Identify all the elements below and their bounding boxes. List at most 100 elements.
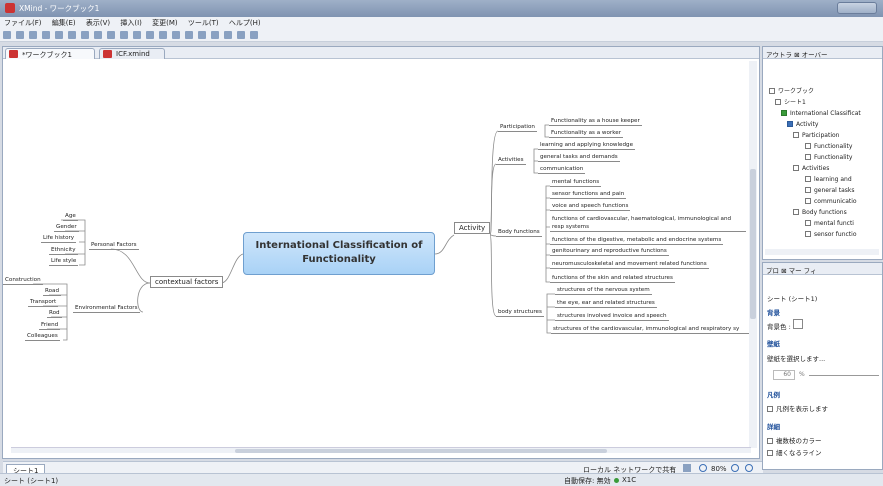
print-icon[interactable]	[42, 31, 50, 39]
outline-tab-bar[interactable]: アウトラ ⊠ オーバー	[763, 47, 882, 59]
properties-tab-bar[interactable]: プロ ⊠ マー フィ	[763, 263, 882, 275]
topic-body-structures[interactable]: body structures	[496, 308, 544, 317]
paste-icon[interactable]	[107, 31, 115, 39]
delete-icon[interactable]	[120, 31, 128, 39]
copy-icon[interactable]	[94, 31, 102, 39]
opacity-input[interactable]: 60	[773, 370, 795, 380]
outline-item[interactable]: communicatio	[805, 197, 857, 206]
drill-down-icon[interactable]	[224, 31, 232, 39]
body-functions-item[interactable]: functions of the digestive, metabolic an…	[550, 236, 724, 245]
image-icon[interactable]	[211, 31, 219, 39]
drill-up-icon[interactable]	[237, 31, 245, 39]
topic-participation[interactable]: Participation	[498, 123, 537, 132]
environmental-item[interactable]: Friend	[39, 321, 61, 330]
opacity-slider[interactable]	[809, 375, 879, 376]
activities-item[interactable]: general tasks and demands	[538, 153, 620, 162]
outline-item[interactable]: ワークブック	[769, 87, 814, 96]
personal-item[interactable]: Life style	[49, 257, 79, 266]
outline-item[interactable]: Participation	[793, 131, 839, 140]
participation-item[interactable]: Functionality as a worker	[549, 129, 624, 138]
mindmap-editor[interactable]: *ワークブック1 ICF.xmind International Classif…	[2, 46, 763, 478]
zoom-fit-icon[interactable]	[745, 464, 753, 472]
activities-item[interactable]: learning and applying knowledge	[538, 141, 636, 150]
relationship-icon[interactable]	[159, 31, 167, 39]
body-functions-item[interactable]: neuromusculoskeletal and movement relate…	[550, 260, 709, 269]
menu-file[interactable]: ファイル(F)	[0, 17, 46, 29]
outline-item[interactable]: learning and	[805, 175, 852, 184]
outline-item[interactable]: Activities	[793, 164, 829, 173]
new-icon[interactable]	[3, 31, 11, 39]
menu-modify[interactable]: 変更(M)	[148, 17, 182, 29]
environmental-item[interactable]: Transport	[28, 298, 59, 307]
redo-icon[interactable]	[68, 31, 76, 39]
wallpaper-select[interactable]: 壁紙を選択します...	[767, 353, 825, 363]
scroll-thumb[interactable]	[235, 449, 607, 453]
topic-personal-factors[interactable]: Personal Factors	[89, 241, 139, 250]
boundary-icon[interactable]	[172, 31, 180, 39]
topic-environmental-factors[interactable]: Environmental Factors	[73, 304, 140, 313]
window-controls[interactable]	[837, 2, 877, 14]
personal-item[interactable]: Gender	[54, 223, 79, 232]
body-functions-item[interactable]: functions of cardiovascular, haematologi…	[550, 215, 746, 232]
topic-body-functions[interactable]: Body functions	[496, 228, 542, 237]
outline-item[interactable]: Functionality	[805, 142, 852, 151]
environmental-item[interactable]: Road	[43, 287, 62, 296]
cut-icon[interactable]	[81, 31, 89, 39]
personal-item[interactable]: Ethnicity	[49, 246, 78, 255]
zoom-in-icon[interactable]	[731, 464, 739, 472]
filter-icon[interactable]	[683, 464, 691, 472]
body-structures-item[interactable]: structures involved invoice and speech	[555, 312, 669, 321]
home-icon[interactable]	[250, 31, 258, 39]
outline-item[interactable]: International Classificat	[781, 109, 861, 118]
outline-item[interactable]: Functionality	[805, 153, 852, 162]
section-legend[interactable]: 凡例	[767, 389, 780, 399]
topic-activities[interactable]: Activities	[496, 156, 526, 165]
outline-hscrollbar[interactable]	[765, 249, 879, 255]
personal-item[interactable]: Life history	[41, 234, 77, 243]
topic-icon[interactable]	[133, 31, 141, 39]
outline-item[interactable]: Body functions	[793, 208, 847, 217]
menu-edit[interactable]: 編集(E)	[48, 17, 80, 29]
outline-item[interactable]: Activity	[787, 120, 818, 129]
menu-help[interactable]: ヘルプ(H)	[225, 17, 265, 29]
menu-insert[interactable]: 挿入(I)	[116, 17, 146, 29]
participation-item[interactable]: Functionality as a house keeper	[549, 117, 642, 126]
summary-icon[interactable]	[185, 31, 193, 39]
horizontal-scrollbar[interactable]	[11, 447, 751, 453]
save-icon[interactable]	[29, 31, 37, 39]
multi-color-checkbox[interactable]: 複数枝のカラー	[767, 435, 822, 445]
personal-item[interactable]: Age	[63, 212, 78, 221]
open-icon[interactable]	[16, 31, 24, 39]
outline-item[interactable]: シート1	[775, 98, 806, 107]
outline-item[interactable]: sensor functio	[805, 230, 857, 239]
body-functions-item[interactable]: mental functions	[550, 178, 602, 187]
show-legend-checkbox[interactable]: 凡例を表示します	[767, 403, 828, 413]
body-functions-item[interactable]: genitourinary and reproductive functions	[550, 247, 669, 256]
bg-color-swatch[interactable]	[793, 319, 803, 329]
environmental-item[interactable]: Colleagues	[25, 332, 60, 341]
scroll-thumb[interactable]	[750, 169, 756, 319]
environmental-item[interactable]: Rod	[47, 309, 62, 318]
subtopic-icon[interactable]	[146, 31, 154, 39]
menu-view[interactable]: 表示(V)	[82, 17, 114, 29]
environmental-item[interactable]: Construction	[3, 276, 43, 285]
body-structures-item[interactable]: the eye, ear and related structures	[555, 299, 657, 308]
topic-activity[interactable]: Activity	[454, 222, 491, 234]
vertical-scrollbar[interactable]	[749, 61, 757, 448]
body-functions-item[interactable]: voice and speech functions	[550, 202, 631, 211]
body-functions-item[interactable]: functions of the skin and related struct…	[550, 274, 675, 283]
outline-item[interactable]: mental functi	[805, 219, 854, 228]
central-topic[interactable]: International Classification of Function…	[243, 232, 435, 275]
body-functions-item[interactable]: sensor functions and pain	[550, 190, 627, 199]
activities-item[interactable]: communication	[538, 165, 586, 174]
undo-icon[interactable]	[55, 31, 63, 39]
section-background[interactable]: 背景	[767, 307, 780, 317]
marker-icon[interactable]	[198, 31, 206, 39]
outline-item[interactable]: general tasks	[805, 186, 854, 195]
taper-checkbox[interactable]: 細くなるライン	[767, 447, 822, 457]
topic-contextual-factors[interactable]: contextual factors	[150, 276, 224, 288]
section-detail[interactable]: 詳細	[767, 421, 780, 431]
body-structures-item[interactable]: structures of the cardiovascular, immuno…	[551, 325, 749, 334]
section-wallpaper[interactable]: 壁紙	[767, 338, 780, 348]
body-structures-item[interactable]: structures of the nervous system	[555, 286, 652, 295]
